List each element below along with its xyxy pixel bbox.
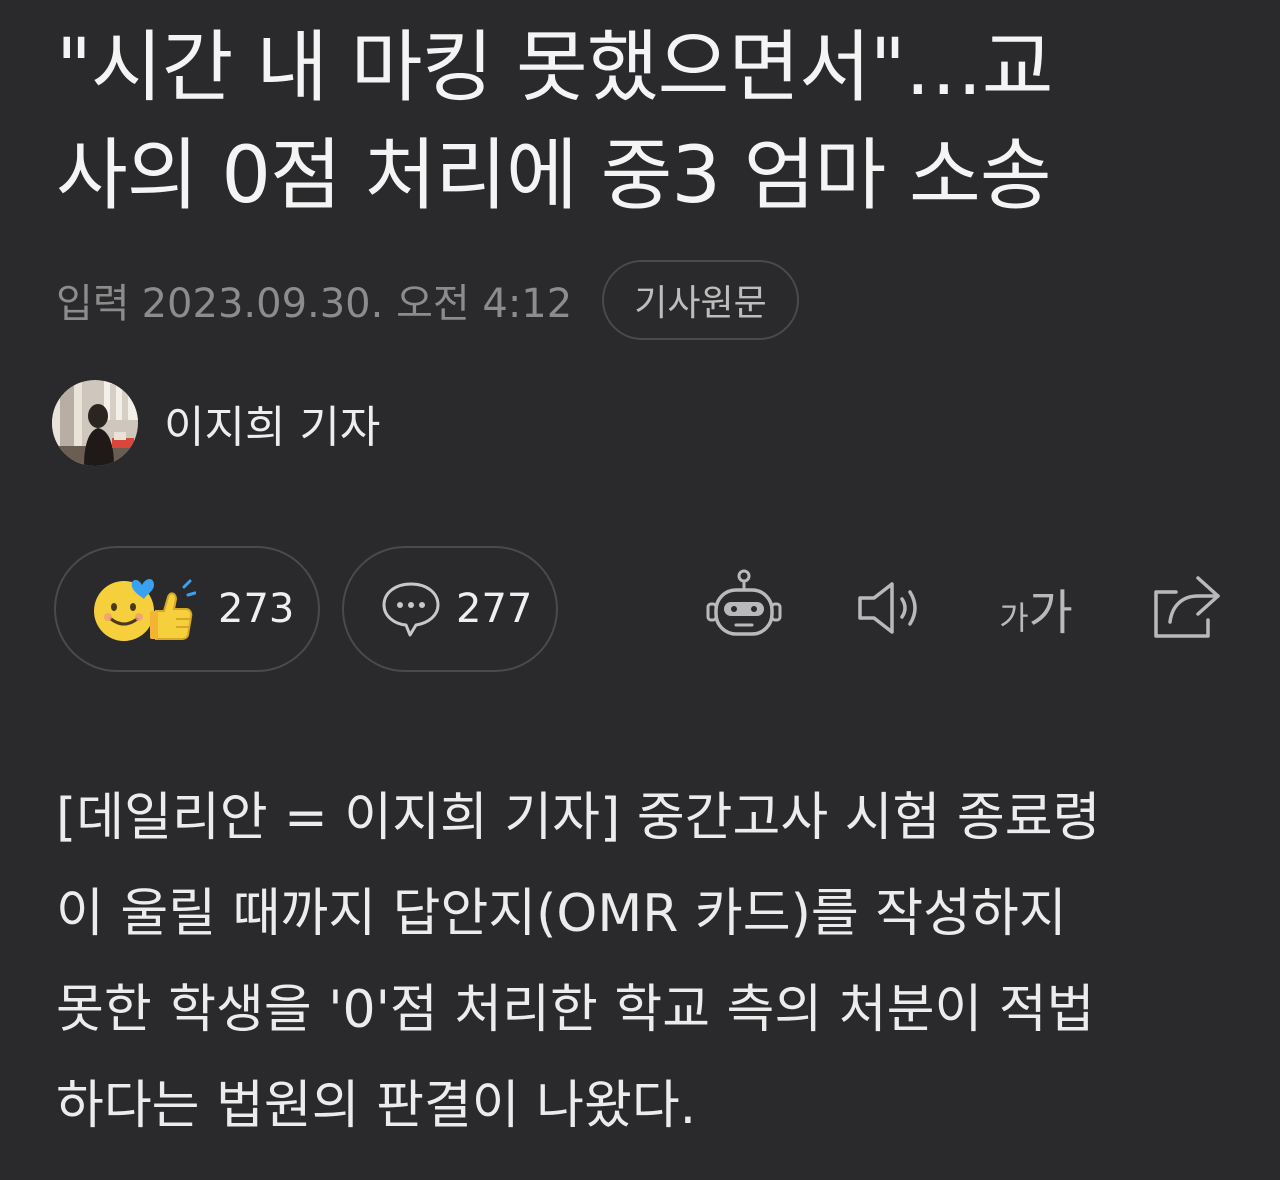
article-headline: "시간 내 마킹 못했으면서"…교 사의 0점 처리에 중3 엄마 소송 xyxy=(56,14,1236,230)
text-to-speech-button[interactable] xyxy=(852,568,932,648)
body-line-3: 못한 학생을 '0'점 처리한 학교 측의 처분이 적법 xyxy=(56,980,1095,1040)
headline-line-1: "시간 내 마킹 못했으면서"…교 xyxy=(56,23,1054,113)
body-line-4: 하다는 법원의 판결이 나왔다. xyxy=(56,1076,697,1136)
like-count: 273 xyxy=(218,586,295,632)
smiley-thumbs-up-icon xyxy=(94,579,196,641)
summary-bot-button[interactable] xyxy=(704,568,784,648)
font-small-glyph: 가 xyxy=(999,599,1029,637)
article-body: [데일리안 = 이지희 기자] 중간고사 시험 종료령 이 울릴 때까지 답안지… xyxy=(56,770,1236,1154)
body-line-1: [데일리안 = 이지희 기자] 중간고사 시험 종료령 xyxy=(56,788,1101,848)
font-size-button[interactable]: 가가 xyxy=(996,568,1076,648)
share-button[interactable] xyxy=(1146,568,1226,648)
comment-button[interactable]: 277 xyxy=(342,546,558,672)
share-icon xyxy=(1154,576,1220,638)
font-big-glyph: 가 xyxy=(1028,585,1073,641)
robot-icon xyxy=(706,569,782,636)
reporter-profile[interactable]: 이지희 기자 xyxy=(52,380,380,466)
speaker-icon xyxy=(858,582,917,634)
publish-date-label: 입력 xyxy=(56,281,130,327)
headline-line-2: 사의 0점 처리에 중3 엄마 소송 xyxy=(56,131,1052,221)
comment-count: 277 xyxy=(456,586,533,632)
article-meta: 입력 2023.09.30. 오전 4:12 기사원문 xyxy=(56,258,799,342)
publish-date: 입력 2023.09.30. 오전 4:12 xyxy=(56,271,572,329)
avatar xyxy=(52,380,138,466)
font-size-icon: 가가 xyxy=(999,573,1073,643)
reporter-name: 이지희 기자 xyxy=(164,402,381,453)
original-article-button[interactable]: 기사원문 xyxy=(602,260,799,340)
publish-date-value: 2023.09.30. 오전 4:12 xyxy=(141,281,573,327)
reaction-like-button[interactable]: 273 xyxy=(54,546,320,672)
speech-bubble-icon xyxy=(382,582,440,637)
body-line-2: 이 울릴 때까지 답안지(OMR 카드)를 작성하지 xyxy=(56,884,1067,944)
